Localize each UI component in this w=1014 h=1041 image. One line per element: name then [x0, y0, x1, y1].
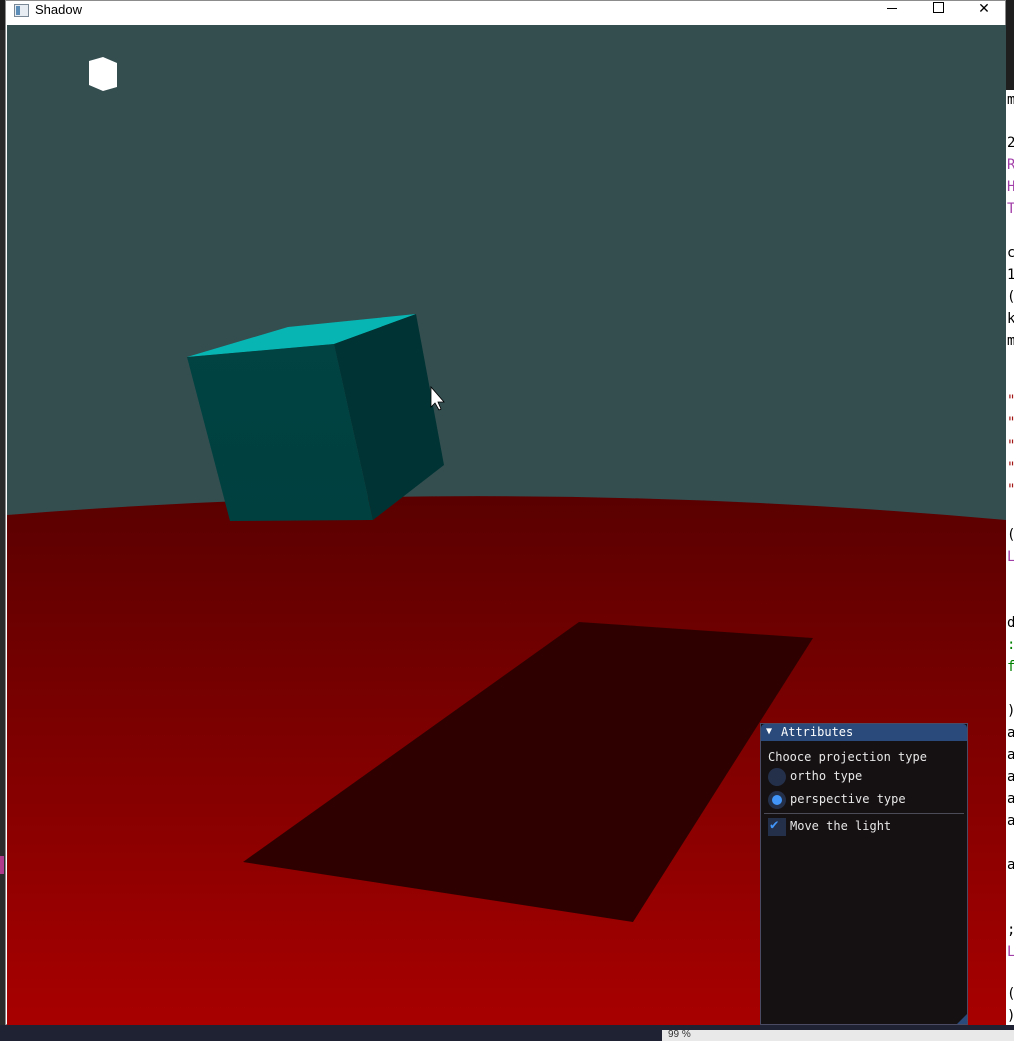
collapse-arrow-icon[interactable]: ▼ [766, 726, 772, 737]
radio-label: perspective type [790, 792, 906, 806]
radio-circle[interactable] [768, 791, 786, 809]
editor-char: f [1007, 659, 1014, 675]
background-statusbar [662, 1030, 1014, 1041]
light-cube [89, 57, 117, 91]
editor-char: ) [1007, 703, 1014, 719]
editor-char: R [1007, 157, 1014, 173]
maximize-icon [932, 2, 944, 13]
background-accent [0, 856, 4, 874]
editor-char: a [1007, 857, 1014, 873]
checkmark-icon: ✔ [770, 817, 779, 833]
editor-char: " [1007, 460, 1014, 476]
editor-char: : [1007, 637, 1014, 653]
editor-char: ( [1007, 986, 1014, 1002]
checkbox-label: Move the light [790, 819, 892, 833]
radio-circle[interactable] [768, 768, 786, 786]
editor-char: k [1007, 311, 1014, 327]
title-bar[interactable]: Shadow ✕ [6, 1, 1005, 25]
window-title: Shadow [35, 2, 82, 17]
panel-title: Attributes [781, 725, 854, 739]
minimize-icon [887, 7, 897, 9]
minimize-button[interactable] [869, 1, 915, 19]
projection-type-label: Chooce projection type [768, 750, 927, 764]
close-icon: ✕ [978, 1, 990, 17]
close-button[interactable]: ✕ [961, 1, 1007, 19]
editor-char: " [1007, 393, 1014, 409]
editor-char: a [1007, 747, 1014, 763]
editor-char: ( [1007, 289, 1014, 305]
resize-grip-icon[interactable] [957, 1014, 967, 1024]
editor-char: L [1007, 944, 1014, 960]
editor-char: 1 [1007, 267, 1014, 283]
editor-char: 2 [1007, 135, 1014, 151]
editor-char: a [1007, 725, 1014, 741]
editor-char: a [1007, 791, 1014, 807]
editor-char: L [1007, 549, 1014, 565]
app-icon [14, 4, 29, 17]
zoom-level[interactable]: 99 % [668, 1029, 691, 1040]
attributes-panel[interactable]: ▼ Attributes Chooce projection type orth… [760, 723, 968, 1025]
editor-char: m [1007, 333, 1014, 349]
editor-char: T [1007, 201, 1014, 217]
editor-char: d [1007, 615, 1014, 631]
radio-selected-dot [772, 795, 782, 805]
separator [764, 813, 964, 814]
editor-char: " [1007, 415, 1014, 431]
maximize-button[interactable] [915, 1, 961, 19]
editor-char: a [1007, 813, 1014, 829]
checkbox-box[interactable]: ✔ [768, 817, 786, 836]
editor-char: a [1007, 769, 1014, 785]
editor-char: H [1007, 179, 1014, 195]
editor-char: " [1007, 438, 1014, 454]
background-editor [1006, 90, 1014, 1041]
editor-char: " [1007, 482, 1014, 498]
editor-char: c [1007, 245, 1014, 261]
editor-char: m [1007, 92, 1014, 108]
editor-char: ( [1007, 527, 1014, 543]
editor-char: ) [1007, 1008, 1014, 1024]
radio-label: ortho type [790, 769, 863, 783]
panel-header[interactable]: ▼ Attributes [761, 724, 967, 741]
editor-char: ; [1007, 922, 1014, 938]
